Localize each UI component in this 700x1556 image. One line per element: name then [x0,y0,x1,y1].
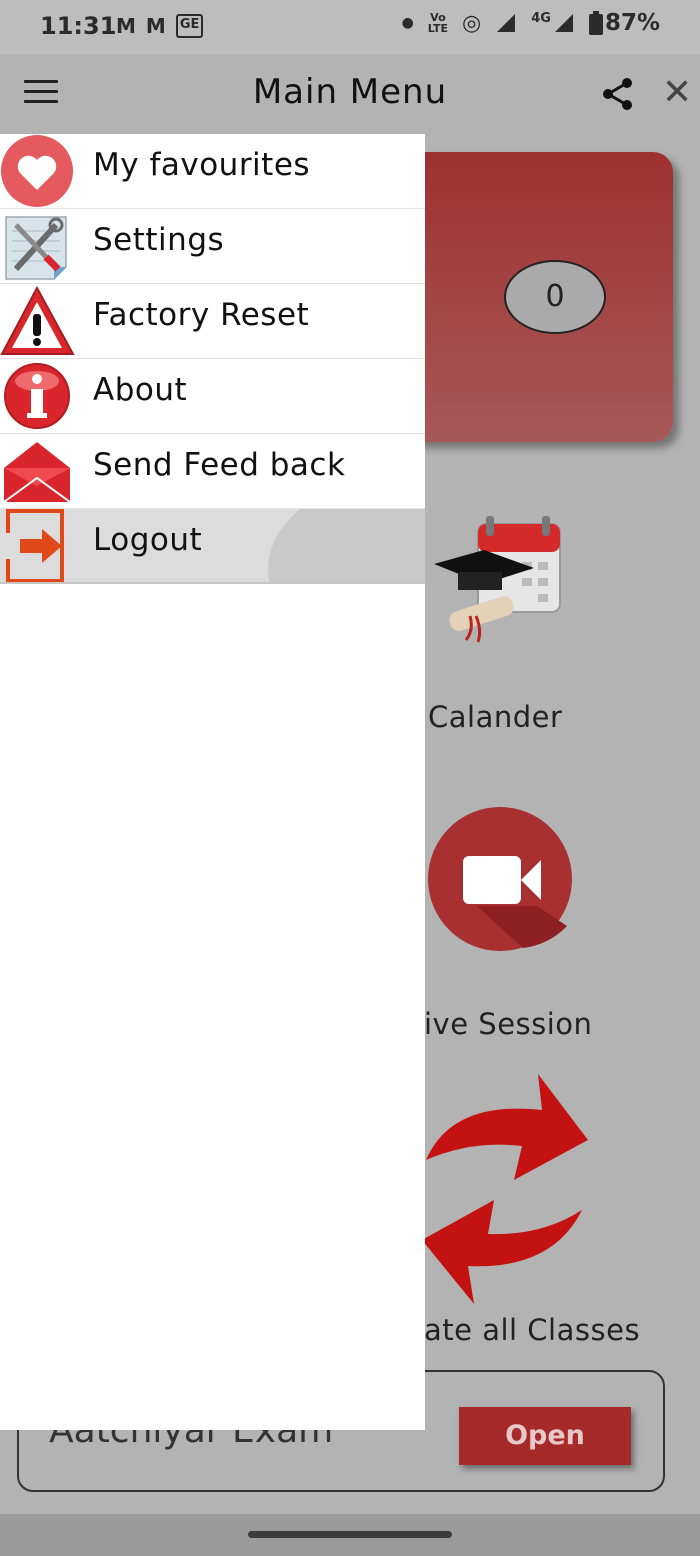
app-bar: Main Menu ✕ [0,54,700,134]
close-icon[interactable]: ✕ [662,72,692,113]
news-icon: GE [175,14,204,38]
video-camera-icon[interactable] [427,806,573,952]
volte-icon: Vo LTE [427,11,449,35]
status-right: ● Vo LTE ◎ 4G 87% [402,10,660,36]
notification-icons: M M GE [116,14,204,38]
pressed-ripple [268,509,425,582]
drawer-item-logout[interactable]: Logout [0,509,425,584]
drawer-item-settings[interactable]: Settings [0,209,425,284]
drawer-item-label: Send Feed back [93,447,346,483]
warning-icon [0,285,75,355]
system-navigation-bar [0,1514,700,1556]
calendar-label: Calander [428,700,563,734]
logout-icon [0,509,64,582]
drawer-item-label: Settings [93,222,225,258]
network-type: 4G [531,10,551,26]
signal-icon [554,14,573,32]
info-icon [4,363,70,429]
drawer-item-feedback[interactable]: Send Feed back [0,434,425,509]
battery-icon [588,11,603,35]
settings-tools-icon [5,216,67,280]
navigation-drawer: My favourites Settings Factory Reset Abo… [0,134,425,1430]
calendar-graduation-icon[interactable] [430,512,570,652]
open-button[interactable]: Open [459,1407,631,1465]
refresh-arrows-icon[interactable] [422,1070,592,1306]
update-classes-label: ate all Classes [424,1313,641,1347]
envelope-icon [3,442,71,503]
signal-icon [497,14,516,32]
counter-value: 0 [504,260,606,334]
status-time: 11:31 [40,12,117,40]
drawer-item-favourites[interactable]: My favourites [0,134,425,209]
hotspot-icon: ◎ [462,10,482,36]
share-icon[interactable] [600,76,636,112]
drawer-item-factory-reset[interactable]: Factory Reset [0,284,425,359]
dot-icon: ● [401,15,414,31]
live-session-label: ive Session [424,1007,593,1041]
counter-card[interactable]: 0 [396,152,673,442]
heart-icon [1,135,73,207]
battery-percent: 87% [604,10,660,36]
status-bar: 11:31 M M GE ● Vo LTE ◎ 4G 87% [0,0,700,54]
gmail-icon: M [116,14,136,38]
gmail-icon: M [145,14,166,38]
drawer-item-label: About [93,372,188,408]
drawer-item-label: Factory Reset [93,297,310,333]
drawer-item-about[interactable]: About [0,359,425,434]
drawer-item-label: Logout [93,522,203,558]
page-title: Main Menu [252,72,448,112]
drawer-item-label: My favourites [93,147,311,183]
home-gesture-bar[interactable] [248,1531,452,1538]
